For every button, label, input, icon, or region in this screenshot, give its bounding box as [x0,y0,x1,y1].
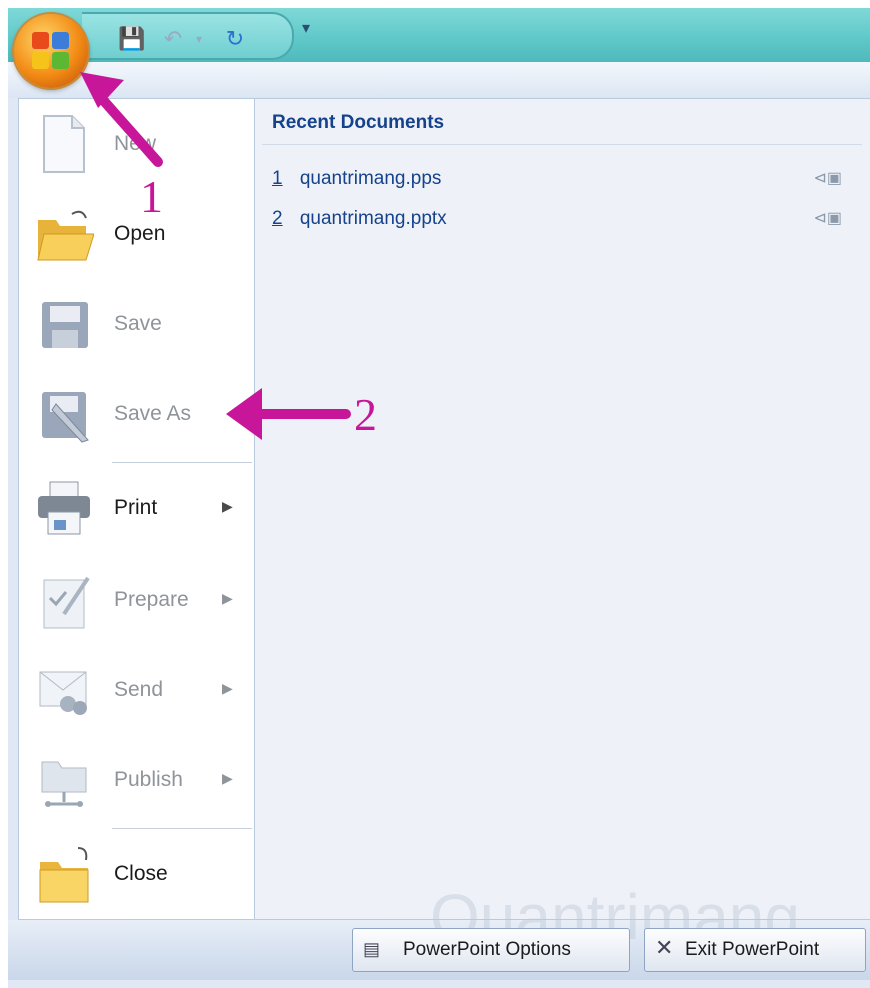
annotation-number-2: 2 [354,389,377,440]
annotation-arrow-2 [226,388,351,440]
application-window: 💾 ↶ ▾ ↻ ▾ New Open [0,0,870,988]
annotation-arrow-1 [80,72,163,167]
annotation-overlay [80,72,351,440]
annotation-number-1: 1 [140,171,163,222]
